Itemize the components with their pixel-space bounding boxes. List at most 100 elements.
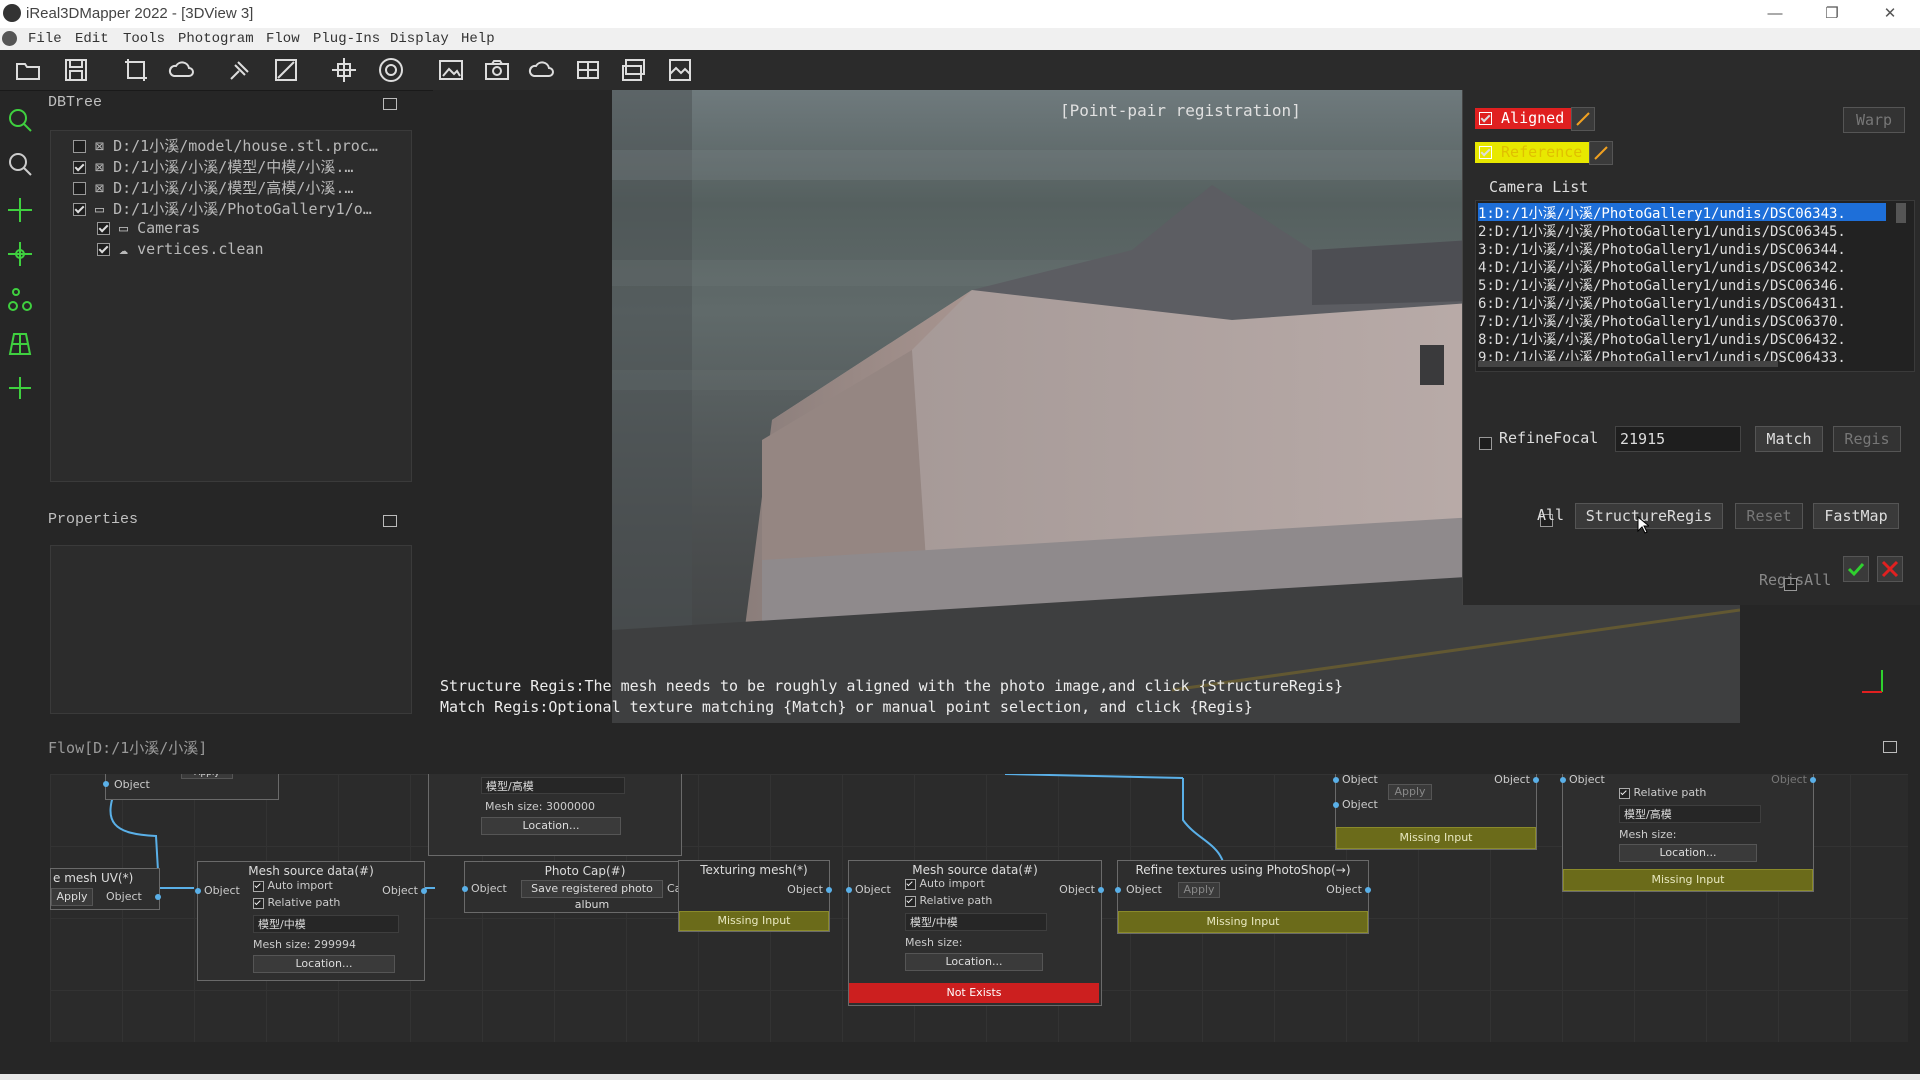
tree-checkbox[interactable] [97,243,110,256]
flow-port[interactable] [1365,887,1371,893]
close-button[interactable]: ✕ [1870,2,1910,26]
flow-port[interactable] [1810,777,1816,783]
camera-list-item[interactable]: 5:D:/1小溪/小溪/PhotoGallery1/undis/DSC06346… [1478,275,1886,293]
menu-edit[interactable]: Edit [75,31,109,47]
point-cloud-icon[interactable] [528,56,556,84]
mesh-path-input[interactable]: 模型/高模 [1619,805,1761,823]
reset-button[interactable]: Reset [1735,503,1803,529]
flow-port[interactable] [826,887,832,893]
flow-node-partial[interactable]: Object Apply [103,774,279,800]
location-button[interactable]: Location... [1619,844,1757,862]
target-icon[interactable] [377,56,405,84]
edit-mesh-icon[interactable] [272,56,300,84]
tree-item[interactable]: ⊠ D:/1小溪/model/house.stl.proc… [73,135,378,155]
tree-item[interactable]: ⊠ D:/1小溪/小溪/模型/高模/小溪.… [73,177,353,197]
tree-checkbox[interactable] [73,182,86,195]
menu-help[interactable]: Help [461,31,495,47]
save-registered-album-button[interactable]: Save registered photo album [521,880,663,911]
flow-float-icon[interactable] [1883,741,1897,753]
auto-import-option[interactable]: Auto import [905,877,985,890]
relative-path-checkbox[interactable] [253,897,264,909]
flow-port[interactable] [462,886,468,892]
menu-plugins[interactable]: Plug-Ins [313,31,380,47]
flow-node-mesh-uv[interactable]: e mesh UV(*) Apply Object [50,868,161,910]
aligned-toggle[interactable]: Aligned [1475,108,1573,129]
camera-list[interactable]: 1:D:/1小溪/小溪/PhotoGallery1/undis/DSC06343… [1475,200,1915,372]
photo-mesh-icon[interactable] [574,56,602,84]
flow-port[interactable] [846,887,852,893]
camera-regis-icon[interactable] [483,56,511,84]
apply-button[interactable]: Apply [51,888,93,906]
cancel-x-icon[interactable] [1877,556,1903,582]
tree-checkbox[interactable] [97,222,110,235]
apply-button[interactable]: Apply [1178,882,1220,898]
flow-port[interactable] [1533,777,1539,783]
apply-button[interactable]: Apply [1388,784,1432,800]
batch-regis-icon[interactable] [620,56,648,84]
flow-port[interactable] [1333,802,1339,808]
structure-regis-button[interactable]: StructureRegis [1575,503,1723,529]
flow-canvas[interactable]: Object Apply e mesh UV(*) Apply Object M… [50,774,1908,1042]
dbtree-float-icon[interactable] [383,98,397,110]
flow-port[interactable] [195,888,201,894]
flow-port[interactable] [1333,777,1339,783]
warp-button[interactable]: Warp [1843,107,1905,133]
focal-input[interactable]: 21915 [1615,426,1741,452]
confirm-check-icon[interactable] [1843,556,1869,582]
apply-button[interactable]: Apply [181,774,233,779]
tree-item[interactable]: ▭ D:/1小溪/小溪/PhotoGallery1/o… [73,198,372,218]
photo-align-icon[interactable] [437,56,465,84]
location-button[interactable]: Location... [905,953,1043,971]
save-icon[interactable] [62,56,90,84]
aligned-checkbox[interactable] [1479,112,1492,125]
reference-checkbox[interactable] [1479,146,1492,159]
match-button[interactable]: Match [1755,426,1823,452]
tree-item[interactable]: ☁ vertices.clean [97,240,264,260]
texture-map-icon[interactable] [666,56,694,84]
flow-port[interactable] [1560,777,1566,783]
location-button[interactable]: Location... [253,955,395,973]
app-menu-icon[interactable] [2,31,17,46]
fastmap-button[interactable]: FastMap [1813,503,1899,529]
camera-list-item[interactable]: 7:D:/1小溪/小溪/PhotoGallery1/undis/DSC06370… [1478,311,1886,329]
flow-port[interactable] [103,781,109,787]
cloud-sor-icon[interactable] [168,56,196,84]
flow-node-refine-textures[interactable]: Refine textures using PhotoShop(→) Objec… [1115,860,1371,934]
camera-list-item-selected[interactable]: 1:D:/1小溪/小溪/PhotoGallery1/undis/DSC06343… [1478,203,1886,221]
flow-port[interactable] [1115,887,1121,893]
pick-center-icon[interactable] [6,240,34,268]
zoom-fit-icon[interactable] [6,150,34,178]
menu-photogram[interactable]: Photogram [178,31,254,47]
flow-node-mesh-source-right[interactable]: Object Object Relative path 模型/高模 Mesh s… [1560,774,1816,892]
tree-checkbox[interactable] [73,140,86,153]
restore-button[interactable]: ❐ [1812,2,1852,26]
tree-checkbox[interactable] [73,161,86,174]
mesh-path-input[interactable]: 模型/高模 [481,777,625,794]
mesh-path-input[interactable]: 模型/中模 [905,913,1047,931]
properties-float-icon[interactable] [383,515,397,527]
open-folder-icon[interactable] [14,56,42,84]
menu-display[interactable]: Display [390,31,449,47]
tree-checkbox[interactable] [73,203,86,216]
brush-icon[interactable] [226,56,254,84]
camera-list-hscroll[interactable] [1478,361,1778,367]
flow-node-mesh-source-2[interactable]: Mesh source data(#) Object Object Auto i… [846,860,1104,1006]
refine-focal-checkbox[interactable] [1479,437,1492,450]
flow-port[interactable] [1098,887,1104,893]
move-icon[interactable] [6,374,34,402]
relative-path-option[interactable]: Relative path [1619,786,1706,799]
camera-list-item[interactable]: 8:D:/1小溪/小溪/PhotoGallery1/undis/DSC06432… [1478,329,1886,347]
tree-item[interactable]: ▭ Cameras [97,219,200,239]
menu-file[interactable]: File [28,31,62,47]
camera-list-item[interactable]: 4:D:/1小溪/小溪/PhotoGallery1/undis/DSC06342… [1478,257,1886,275]
relative-path-checkbox[interactable] [1619,787,1630,799]
relative-path-option[interactable]: Relative path [253,896,340,909]
flow-port[interactable] [421,888,427,894]
menu-tools[interactable]: Tools [123,31,165,47]
auto-import-option[interactable]: Auto import [253,879,333,892]
location-button[interactable]: Location... [481,817,621,835]
camera-list-item[interactable]: 3:D:/1小溪/小溪/PhotoGallery1/undis/DSC06344… [1478,239,1886,257]
minimize-button[interactable]: — [1755,2,1795,26]
camera-list-item[interactable]: 2:D:/1小溪/小溪/PhotoGallery1/undis/DSC06345… [1478,221,1886,239]
reference-toggle[interactable]: Reference [1475,142,1591,163]
